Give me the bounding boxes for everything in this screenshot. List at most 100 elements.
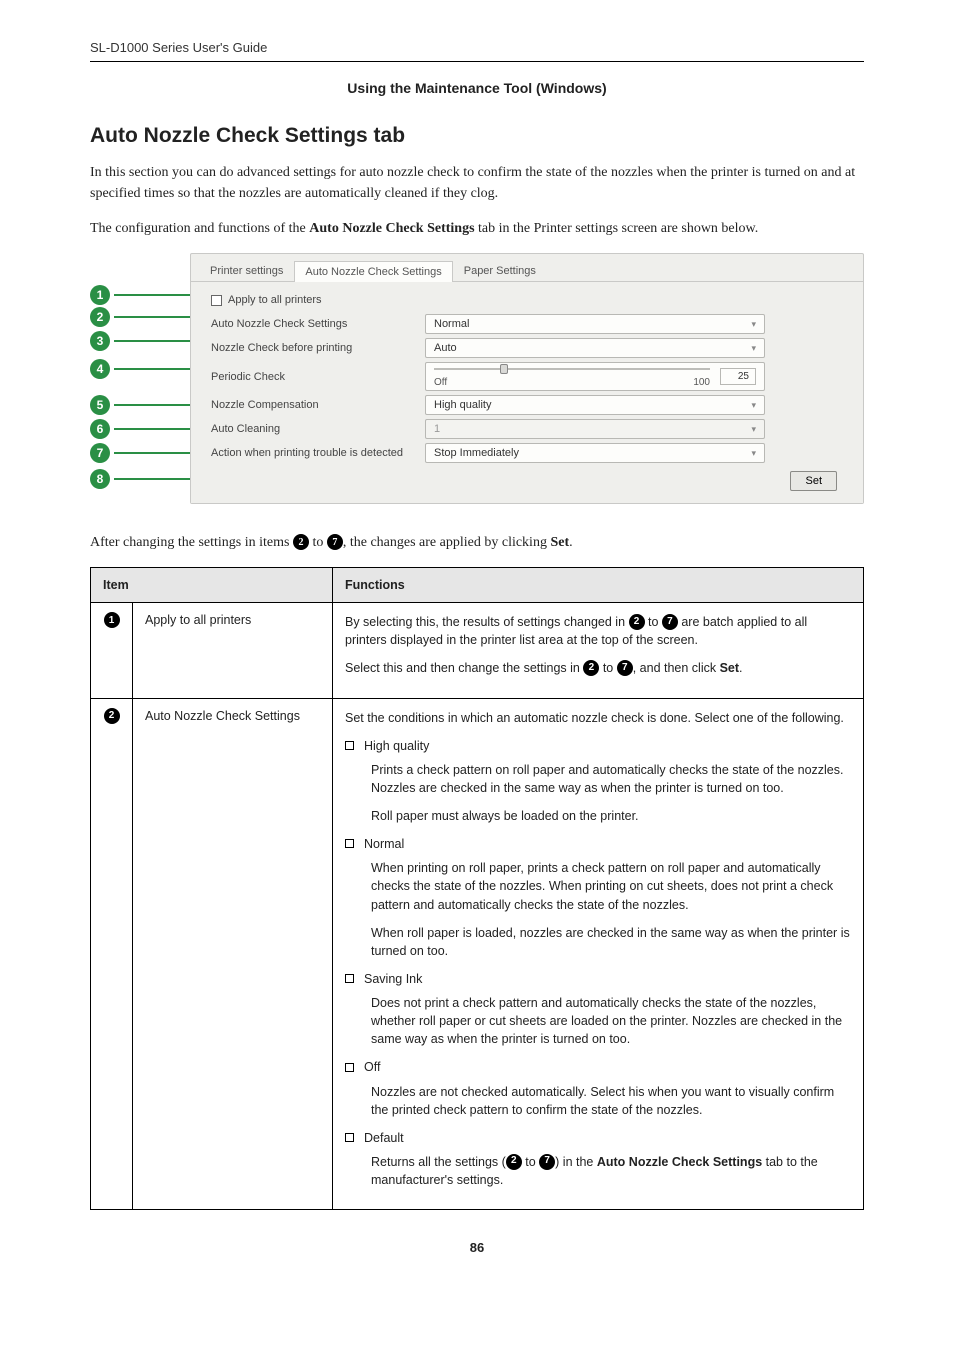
slider-track — [434, 365, 710, 373]
auto-cleaning-select[interactable]: 1▾ — [425, 419, 765, 439]
intro-1: In this section you can do advanced sett… — [90, 162, 864, 204]
action-trouble-select[interactable]: Stop Immediately▾ — [425, 443, 765, 463]
row-apply-all: Apply to all printers — [205, 290, 843, 310]
line — [114, 368, 200, 370]
bullet: 2 — [506, 1154, 522, 1170]
bullet: 7 — [617, 660, 633, 676]
slider-thumb[interactable] — [500, 364, 508, 374]
bullet: 7 — [662, 614, 678, 630]
t: to — [522, 1155, 539, 1169]
badge: 3 — [90, 331, 110, 351]
row-auto-nozzle: Auto Nozzle Check Settings Normal▾ — [205, 314, 843, 334]
compensation-select[interactable]: High quality▾ — [425, 395, 765, 415]
bullet-2: 2 — [293, 534, 309, 550]
tab-auto-nozzle[interactable]: Auto Nozzle Check Settings — [294, 261, 452, 282]
callout-3: 3 — [90, 331, 200, 351]
rule — [90, 61, 864, 62]
badge: 5 — [90, 395, 110, 415]
row-action-trouble: Action when printing trouble is detected… — [205, 443, 843, 463]
set-button[interactable]: Set — [790, 471, 837, 491]
tab-strip: Printer settingsAuto Nozzle Check Settin… — [191, 254, 863, 281]
label: Auto Nozzle Check Settings — [205, 314, 425, 334]
t: to — [645, 615, 662, 629]
callout-5: 5 — [90, 395, 200, 415]
desc: When roll paper is loaded, nozzles are c… — [371, 924, 851, 960]
badge: 8 — [90, 469, 110, 489]
value: Auto — [434, 342, 457, 354]
apply-all-checkbox[interactable]: Apply to all printers — [205, 290, 425, 310]
t: Set — [550, 535, 569, 550]
after-figure-note: After changing the settings in items 2 t… — [90, 535, 864, 551]
t: After changing the settings in items — [90, 535, 293, 550]
tab-printer-settings[interactable]: Printer settings — [199, 260, 294, 281]
row-periodic: Periodic Check Off100 25 — [205, 362, 843, 391]
label: Nozzle Compensation — [205, 395, 425, 415]
square-bullet-icon — [345, 974, 354, 983]
chevron-down-icon: ▾ — [751, 400, 756, 411]
t: By selecting this, the results of settin… — [345, 615, 629, 629]
row-index: 2 — [91, 698, 133, 1210]
callout-1: 1 — [90, 285, 200, 305]
badge: 6 — [90, 419, 110, 439]
desc: Prints a check pattern on roll paper and… — [371, 761, 851, 797]
line — [114, 478, 200, 480]
tab-paper-settings[interactable]: Paper Settings — [453, 260, 547, 281]
t: . — [569, 535, 573, 550]
row-set: Set — [205, 467, 843, 491]
callout-8: 8 — [90, 469, 200, 489]
square-bullet-icon — [345, 1133, 354, 1142]
opt: Normal — [364, 837, 404, 851]
page-title: Auto Nozzle Check Settings tab — [90, 124, 864, 148]
t: , the changes are applied by clicking — [343, 535, 551, 550]
opt: Saving Ink — [364, 972, 422, 986]
callout-column: 1 2 3 4 5 6 7 8 — [90, 253, 200, 513]
line — [114, 452, 200, 454]
value: 1 — [434, 423, 440, 435]
functions-table: Item Functions 1 Apply to all printers B… — [90, 567, 864, 1210]
desc: When printing on roll paper, prints a ch… — [371, 859, 851, 913]
lead: Set the conditions in which an automatic… — [345, 709, 851, 727]
periodic-slider[interactable]: Off100 25 — [425, 362, 765, 391]
row-item: Auto Nozzle Check Settings — [133, 698, 333, 1210]
chevron-down-icon: ▾ — [751, 343, 756, 354]
before-printing-select[interactable]: Auto ▾ — [425, 338, 765, 358]
slider-off-label: Off — [434, 377, 447, 388]
t: tab in the Printer settings screen are s… — [475, 221, 759, 236]
t: Set — [720, 661, 739, 675]
row-func: Set the conditions in which an automatic… — [333, 698, 864, 1210]
row-func: By selecting this, the results of settin… — [333, 603, 864, 698]
label: Periodic Check — [205, 367, 425, 387]
t: ) in the — [555, 1155, 597, 1169]
col-functions: Functions — [333, 568, 864, 603]
section-subtitle: Using the Maintenance Tool (Windows) — [90, 80, 864, 96]
t: , and then click — [633, 661, 720, 675]
chevron-down-icon: ▾ — [751, 319, 756, 330]
callout-6: 6 — [90, 419, 200, 439]
table-row: 2 Auto Nozzle Check Settings Set the con… — [91, 698, 864, 1210]
row-index: 1 — [91, 603, 133, 698]
page: SL-D1000 Series User's Guide Using the M… — [0, 0, 954, 1295]
row-compensation: Nozzle Compensation High quality▾ — [205, 395, 843, 415]
bullet-7: 7 — [327, 534, 343, 550]
callout-2: 2 — [90, 307, 200, 327]
auto-nozzle-select[interactable]: Normal▾ — [425, 314, 765, 334]
checkbox-icon — [211, 295, 222, 306]
t: Auto Nozzle Check Settings — [597, 1155, 762, 1169]
t: to — [309, 535, 327, 550]
label: Apply to all printers — [228, 294, 322, 306]
bullet: 2 — [629, 614, 645, 630]
bullet: 2 — [583, 660, 599, 676]
callout-4: 4 — [90, 359, 200, 379]
opt: Default — [364, 1131, 404, 1145]
intro-2: The configuration and functions of the A… — [90, 218, 864, 239]
bullet: 2 — [104, 708, 120, 724]
line — [114, 428, 200, 430]
table-row: 1 Apply to all printers By selecting thi… — [91, 603, 864, 698]
periodic-value-box[interactable]: 25 — [720, 368, 756, 385]
bullet: 7 — [539, 1154, 555, 1170]
square-bullet-icon — [345, 839, 354, 848]
chevron-down-icon: ▾ — [751, 448, 756, 459]
line — [114, 294, 200, 296]
t: Select this and then change the settings… — [345, 661, 583, 675]
badge: 7 — [90, 443, 110, 463]
